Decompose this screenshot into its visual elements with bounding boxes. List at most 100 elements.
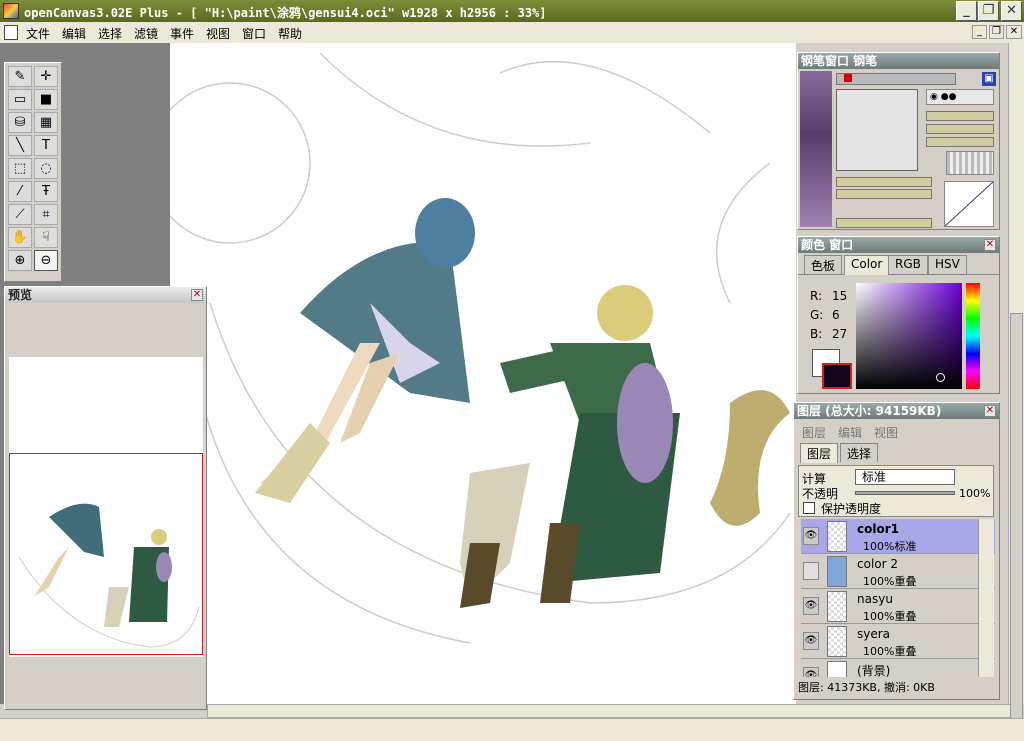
close-button[interactable]: ✕ xyxy=(1001,1,1022,21)
toolbox-panel: ✎ ✛ ▭ ■ ⛁ ▦ ╲ T ⬚ ◌ ⁄ Ŧ ⟋ ⌗ ✋ ☟ ⊕ ⊖ xyxy=(4,62,62,282)
color-header: 颜色 窗口 ✕ xyxy=(798,237,999,253)
visibility-eye-icon[interactable]: 👁 xyxy=(803,597,819,615)
rect-select-icon[interactable]: ⬚ xyxy=(8,158,32,179)
preview-close-icon[interactable]: ✕ xyxy=(191,289,203,301)
eyedropper-icon[interactable]: ⟋ xyxy=(8,204,32,225)
horizontal-scrollbar[interactable] xyxy=(207,704,1013,718)
pen-density-slider[interactable] xyxy=(836,218,932,228)
tab-layers[interactable]: 图层 xyxy=(800,443,839,463)
preview-viewport-frame[interactable] xyxy=(9,453,203,655)
menu-window[interactable]: 窗口 xyxy=(242,25,266,42)
bucket-tool-icon[interactable]: ⛁ xyxy=(8,112,32,133)
color-tabs: 色板 Color RGB HSV xyxy=(798,253,999,275)
save-pen-icon[interactable]: ▣ xyxy=(982,72,996,86)
layers-menu-edit[interactable]: 编辑 xyxy=(838,424,862,441)
color-picker-cursor-icon xyxy=(936,373,945,382)
color-close-icon[interactable]: ✕ xyxy=(984,239,996,251)
texture-selector[interactable] xyxy=(946,151,994,175)
visibility-eye-icon[interactable]: 👁 xyxy=(803,527,819,545)
tab-selection[interactable]: 选择 xyxy=(840,443,879,462)
preview-thumbnail[interactable] xyxy=(9,357,203,657)
layer-thumbnail xyxy=(827,556,847,587)
rotate-hand-icon[interactable]: ☟ xyxy=(34,227,58,248)
hand-tool-icon[interactable]: ✋ xyxy=(8,227,32,248)
text-select-icon[interactable]: Ŧ xyxy=(34,181,58,202)
visibility-eye-icon[interactable] xyxy=(803,562,819,580)
drawing-canvas[interactable] xyxy=(170,43,796,704)
opacity-value: 100% xyxy=(959,487,991,500)
lasso-select-icon[interactable]: ◌ xyxy=(34,158,58,179)
document-icon[interactable] xyxy=(4,25,18,40)
layers-header: 图层 (总大小: 94159KB) ✕ xyxy=(794,403,999,419)
pen-size-selector[interactable]: ◉ ●● xyxy=(926,89,994,105)
line-tool-icon[interactable]: ╲ xyxy=(8,135,32,156)
zoom-in-icon[interactable]: ⊕ xyxy=(8,250,32,271)
color-title: 颜色 窗口 xyxy=(801,238,854,252)
crop-tool-icon[interactable]: ⌗ xyxy=(34,204,58,225)
title-bar: openCanvas3.02E Plus - [ "H:\paint\涂鸦\ge… xyxy=(0,0,1024,22)
layer-row-color2[interactable]: color 2 100%重叠 xyxy=(801,554,995,589)
layers-close-icon[interactable]: ✕ xyxy=(984,405,996,417)
layer-mode: 100%重叠 xyxy=(863,575,917,588)
tab-hsv[interactable]: HSV xyxy=(928,255,967,274)
primary-color-swatch[interactable] xyxy=(822,363,852,389)
menu-view[interactable]: 视图 xyxy=(206,25,230,42)
pen-header: 钢笔窗口 钢笔 xyxy=(798,53,999,69)
layer-thumbnail xyxy=(827,521,847,552)
pen-param-slider-1[interactable] xyxy=(926,111,994,121)
rect-tool-icon[interactable]: ▭ xyxy=(8,89,32,110)
pen-opacity-slider[interactable] xyxy=(836,189,932,199)
protect-alpha-checkbox[interactable] xyxy=(803,502,815,514)
gradient-tool-icon[interactable]: ▦ xyxy=(34,112,58,133)
visibility-eye-icon[interactable]: 👁 xyxy=(803,632,819,650)
app-icon[interactable] xyxy=(3,3,19,19)
pen-param-slider-3[interactable] xyxy=(926,137,994,147)
text-tool-icon[interactable]: T xyxy=(34,135,58,156)
vertical-scrollbar[interactable] xyxy=(1008,43,1024,733)
menu-event[interactable]: 事件 xyxy=(170,25,194,42)
mdi-minimize-button[interactable]: _ xyxy=(972,25,987,39)
tab-color[interactable]: Color xyxy=(844,255,890,275)
layer-list-scrollbar[interactable] xyxy=(978,519,994,677)
blend-mode-select[interactable]: 标准 xyxy=(855,469,955,485)
menu-bar: 文件 编辑 选择 滤镜 事件 视图 窗口 帮助 _ ❐ ✕ xyxy=(0,22,1024,43)
layer-row-syera[interactable]: 👁 syera 100%重叠 xyxy=(801,624,995,659)
layer-mode: 100%重叠 xyxy=(863,645,917,658)
pen-type-strip[interactable] xyxy=(800,71,832,227)
fill-rect-tool-icon[interactable]: ■ xyxy=(34,89,58,110)
preview-panel: 预览 ✕ xyxy=(4,286,207,710)
artwork xyxy=(170,52,791,644)
pen-preset-tabs[interactable] xyxy=(836,73,956,85)
mdi-restore-button[interactable]: ❐ xyxy=(989,25,1004,39)
hue-slider[interactable] xyxy=(966,283,980,389)
opacity-slider[interactable] xyxy=(855,491,955,495)
layer-row-color1[interactable]: 👁 color1 100%标准 xyxy=(801,519,995,554)
layer-row-nasyu[interactable]: 👁 nasyu 100%重叠 xyxy=(801,589,995,624)
minimize-button[interactable]: _ xyxy=(956,1,977,21)
tab-swatches[interactable]: 色板 xyxy=(804,255,843,274)
zoom-out-icon[interactable]: ⊖ xyxy=(34,250,58,271)
menu-file[interactable]: 文件 xyxy=(26,25,50,42)
layers-menu-view[interactable]: 视图 xyxy=(874,424,898,441)
layers-status: 图层: 41373KB, 撤消: 0KB xyxy=(798,681,935,694)
layer-list: 👁 color1 100%标准 color 2 100%重叠 👁 nasyu 1… xyxy=(798,519,996,677)
layers-menu-layer[interactable]: 图层 xyxy=(802,424,826,441)
layer-name: (背景) xyxy=(857,664,891,677)
magic-wand-icon[interactable]: ⁄ xyxy=(8,181,32,202)
vertical-scroll-thumb[interactable] xyxy=(1010,313,1023,733)
pen-tool-icon[interactable]: ✎ xyxy=(8,66,32,87)
move-tool-icon[interactable]: ✛ xyxy=(34,66,58,87)
pen-param-slider-2[interactable] xyxy=(926,124,994,134)
tab-rgb[interactable]: RGB xyxy=(888,255,928,274)
pen-size-slider[interactable] xyxy=(836,177,932,187)
menu-edit[interactable]: 编辑 xyxy=(62,25,86,42)
saturation-value-picker[interactable] xyxy=(856,283,962,389)
menu-filter[interactable]: 滤镜 xyxy=(134,25,158,42)
layer-row-background[interactable]: 👁 (背景) xyxy=(801,659,995,677)
mdi-close-button[interactable]: ✕ xyxy=(1006,25,1022,39)
menu-help[interactable]: 帮助 xyxy=(278,25,302,42)
menu-select[interactable]: 选择 xyxy=(98,25,122,42)
visibility-eye-icon[interactable]: 👁 xyxy=(803,667,819,677)
maximize-button[interactable]: ❐ xyxy=(978,1,999,21)
pressure-curve-graph[interactable] xyxy=(944,181,994,227)
